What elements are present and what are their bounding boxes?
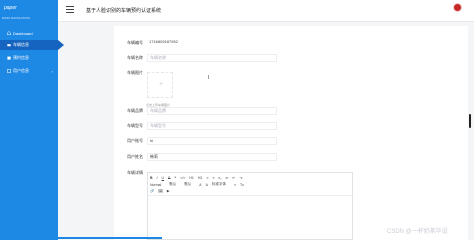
user-account-label: 用户账号	[127, 138, 143, 143]
plate-no-label: 车辆编号	[127, 40, 143, 45]
h1-button[interactable]: H1	[189, 176, 193, 180]
italic-button[interactable]: I	[157, 176, 158, 180]
link-icon[interactable]: 🔗	[150, 189, 154, 193]
main-content: 车辆编号 1716809187952 车辆名称 车辆名称 I 车辆图片 + 点击…	[58, 22, 474, 240]
user-icon	[7, 69, 11, 73]
car-name-input[interactable]: 车辆名称	[147, 54, 277, 62]
car-brand-label: 车辆品牌	[127, 108, 143, 113]
text-cursor-icon: I	[208, 75, 210, 81]
avatar[interactable]	[453, 3, 462, 12]
car-name-label: 车辆名称	[127, 55, 143, 60]
sidebar-item-label: 用户信息	[13, 68, 29, 73]
rich-text-editor: B I U S ❝ </> H1 H2 ≡ ≡ x₂ x² ⇤ ⇥ Normal…	[147, 172, 354, 240]
editor-toolbar-row-3: 🔗 🖼 ▶	[148, 187, 354, 194]
h2-button[interactable]: H2	[198, 176, 202, 180]
bold-button[interactable]: B	[150, 176, 153, 180]
code-button[interactable]: </>	[180, 176, 185, 180]
sidebar-item-dashboard[interactable]: Dashboard	[0, 28, 58, 38]
clear-format-button[interactable]: Tx	[240, 183, 244, 187]
strike-button[interactable]: S	[168, 176, 170, 180]
sidebar-item-reservations[interactable]: 预约信息	[0, 53, 58, 63]
ordered-list-button[interactable]: ≡	[206, 176, 208, 180]
plus-icon: +	[159, 81, 164, 88]
sidebar: MAIN NAVIGATION Dashboard 车辆信息 预约信息 用户信息…	[0, 16, 64, 240]
subscript-button[interactable]: x₂	[218, 176, 221, 180]
site-title: 基于人脸识别的车辆预约认证系统	[86, 8, 162, 14]
top-bar: paper 基于人脸识别的车辆预约认证系统	[0, 0, 474, 22]
align-button[interactable]: ≡	[234, 183, 236, 187]
sidebar-heading: MAIN NAVIGATION	[2, 16, 30, 20]
outdent-button[interactable]: ⇤	[232, 176, 235, 180]
vertical-scrollbar[interactable]	[469, 114, 471, 128]
video-icon[interactable]: ▶	[167, 189, 170, 193]
user-name-label: 用户姓名	[127, 154, 143, 159]
image-uploader[interactable]: +	[147, 72, 173, 98]
car-detail-label: 车辆详情	[127, 170, 143, 175]
sidebar-item-label: 预约信息	[13, 55, 29, 60]
app-logo[interactable]: paper	[4, 5, 17, 11]
sidebar-item-vehicles[interactable]: 车辆信息	[0, 40, 64, 50]
background-color-button[interactable]: A	[206, 183, 208, 187]
car-model-label: 车辆型号	[127, 123, 143, 128]
editor-toolbar-row-1: B I U S ❝ </> H1 H2 ≡ ≡ x₂ x² ⇤ ⇥	[148, 174, 354, 181]
sidebar-item-label: 车辆信息	[13, 42, 29, 47]
user-account-input[interactable]: hi	[147, 137, 277, 145]
horizontal-scrollbar[interactable]	[58, 237, 162, 239]
car-model-input[interactable]: 车辆型号	[147, 122, 277, 130]
underline-button[interactable]: U	[162, 176, 165, 180]
font-color-button[interactable]: A	[199, 183, 201, 187]
plate-no-field: 1716809187952	[147, 39, 277, 47]
menu-toggle-icon[interactable]	[66, 6, 74, 13]
bullet-list-button[interactable]: ≡	[212, 176, 214, 180]
indent-button[interactable]: ⇥	[239, 176, 242, 180]
block-format-select[interactable]: Normal	[150, 183, 161, 187]
user-name-input[interactable]: 韩莉	[147, 153, 277, 161]
image-icon[interactable]: 🖼	[158, 189, 162, 193]
superscript-button[interactable]: x²	[226, 176, 229, 180]
quote-button[interactable]: ❝	[174, 176, 176, 180]
sidebar-item-users[interactable]: 用户信息 ‹	[0, 66, 58, 76]
editor-content-area[interactable]	[148, 195, 354, 240]
chevron-left-icon: ‹	[51, 68, 53, 74]
car-icon	[7, 43, 11, 47]
watermark: CSDN @一杯奶茶毕设	[387, 229, 448, 235]
calendar-icon	[7, 56, 11, 60]
car-image-label: 车辆图片	[127, 70, 143, 75]
sidebar-item-label: Dashboard	[13, 30, 33, 36]
car-brand-input[interactable]: 车辆品牌	[147, 107, 277, 115]
home-icon	[7, 31, 11, 35]
